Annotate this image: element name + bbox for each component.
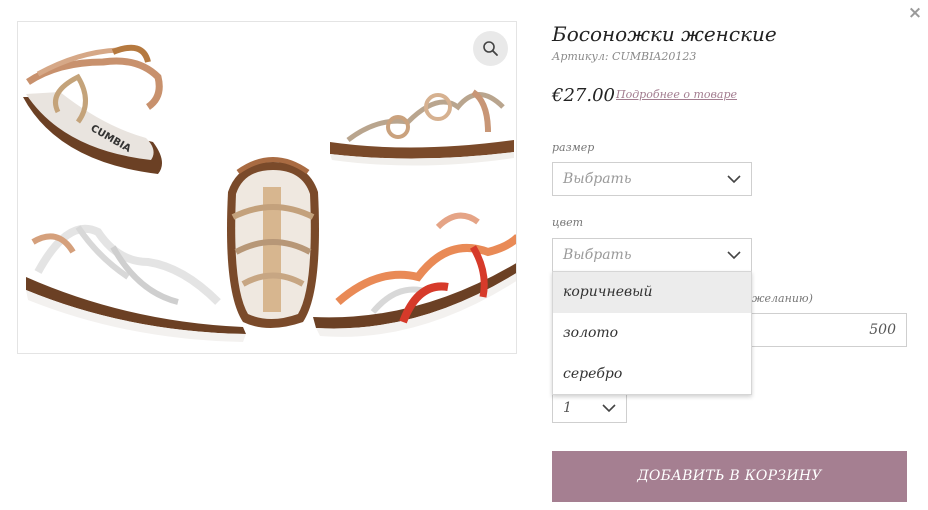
sandal-bottom-right: [313, 212, 516, 337]
product-title: Босоножки женские: [552, 22, 777, 46]
size-label: размер: [552, 141, 595, 154]
color-select[interactable]: Выбрать: [552, 238, 752, 272]
size-select[interactable]: Выбрать: [552, 162, 752, 196]
color-option-silver[interactable]: серебро: [553, 354, 751, 395]
sandal-bottom-left: [26, 224, 246, 342]
sandal-top-right: [330, 89, 514, 166]
quantity-value: 1: [563, 400, 572, 416]
quantity-select[interactable]: 1: [552, 393, 627, 423]
sandal-top-left: CUMBIA: [23, 44, 163, 174]
custom-amount-input[interactable]: 500: [748, 313, 907, 347]
zoom-button[interactable]: [473, 31, 508, 66]
magnifier-icon: [483, 41, 498, 56]
product-price: €27.00: [552, 85, 615, 106]
chevron-down-icon: [727, 175, 741, 184]
chevron-down-icon: [602, 404, 616, 413]
custom-amount-label: желанию): [752, 292, 813, 305]
color-dropdown: коричневый золото серебро: [552, 271, 752, 395]
chevron-down-icon: [727, 251, 741, 260]
color-label: цвет: [552, 216, 584, 229]
close-button[interactable]: ×: [906, 4, 924, 22]
color-option-gold[interactable]: золото: [553, 313, 751, 354]
size-select-value: Выбрать: [563, 171, 632, 187]
sandal-center: [227, 157, 319, 328]
sandals-illustration: CUMBIA: [23, 44, 516, 342]
color-option-brown[interactable]: коричневый: [553, 272, 751, 313]
product-image: CUMBIA: [17, 21, 517, 354]
color-select-value: Выбрать: [563, 247, 632, 263]
product-details-link[interactable]: Подробнее о товаре: [616, 88, 737, 101]
add-to-cart-button[interactable]: ДОБАВИТЬ В КОРЗИНУ: [552, 451, 907, 502]
product-sku: Артикул: CUMBIA20123: [552, 50, 697, 63]
